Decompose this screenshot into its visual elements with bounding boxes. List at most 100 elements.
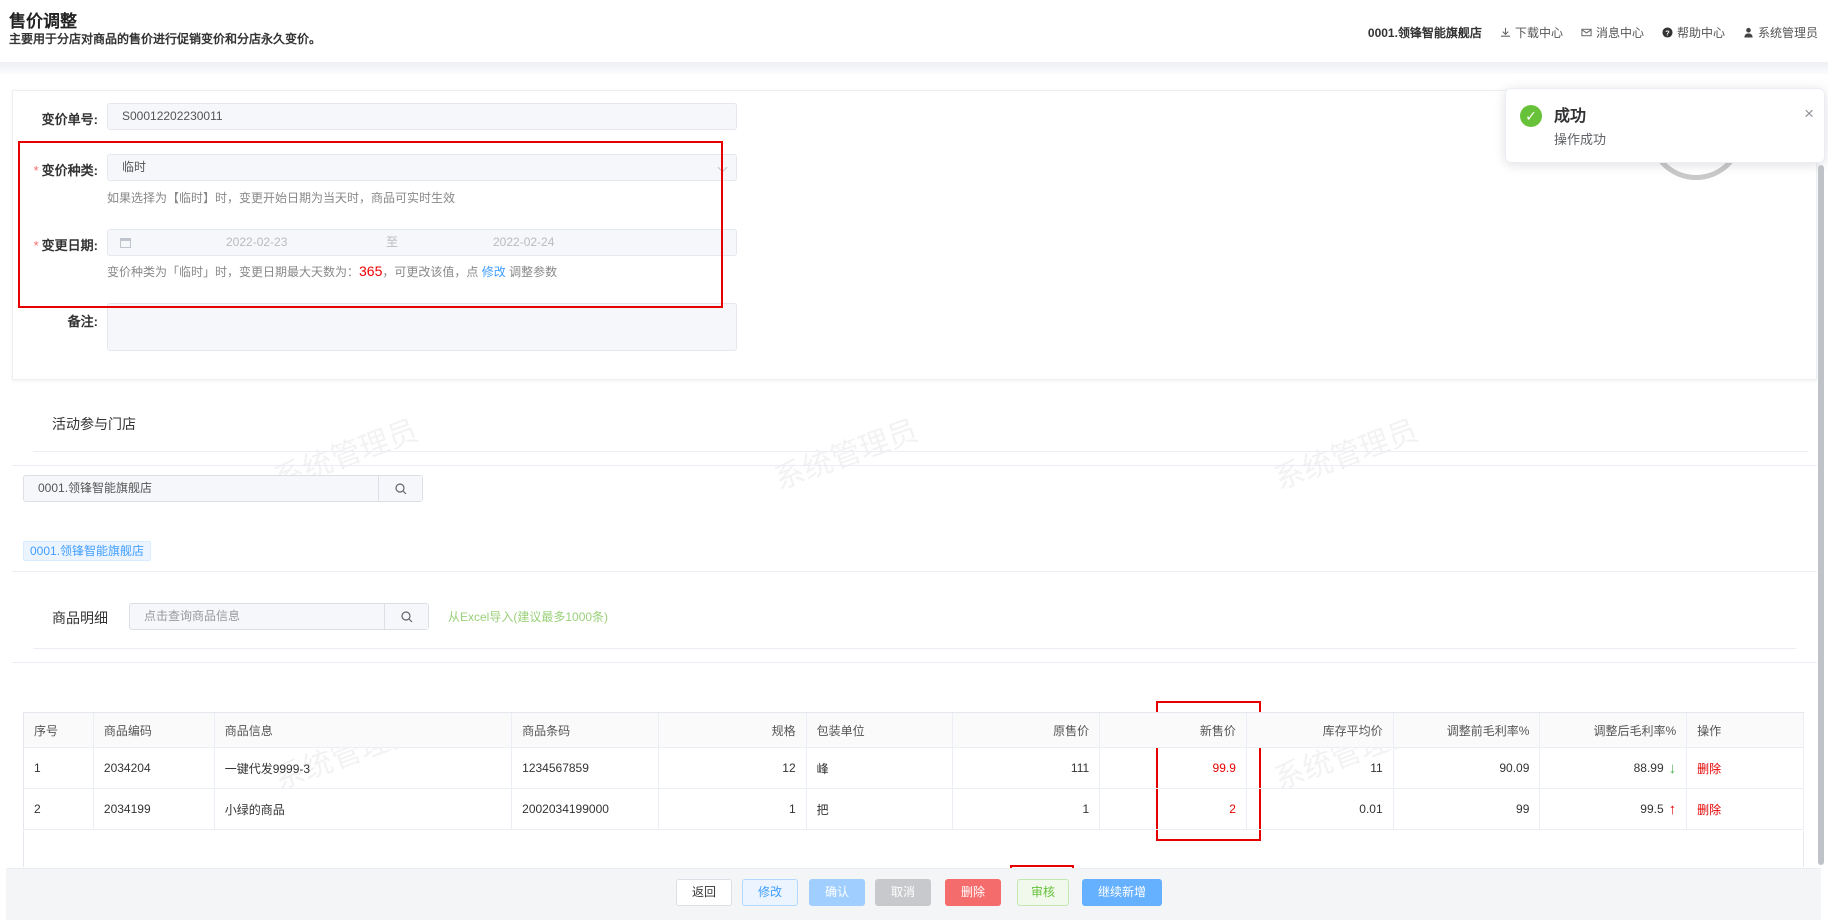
goods-search[interactable]: 点击查询商品信息 [129,603,429,630]
divider [12,571,1817,572]
goods-section-title: 商品明细 [52,610,108,626]
order-no-label: 变价单号: [41,112,98,127]
download-icon [1500,27,1511,37]
cell-margin-after: 88.99 ↓ [1540,748,1688,788]
remark-label: 备注: [67,314,98,329]
cell-margin-before: 99 [1394,789,1541,829]
store-search-button[interactable] [378,476,422,501]
back-button[interactable]: 返回 [676,879,732,906]
current-store[interactable]: 0001.领锋智能旗舰店 [1368,24,1482,41]
cell-spec: 1 [659,789,807,829]
cell-old-price: 1 [953,789,1101,829]
message-center-link[interactable]: 消息中心 [1581,24,1644,41]
column-header: 包装单位 [807,713,954,747]
toast-message: 操作成功 [1554,132,1607,147]
watermark: 系统管理员 [770,414,923,497]
cell-spec: 12 [659,748,807,788]
column-header: 原售价 [953,713,1101,747]
column-header: 新售价 [1100,713,1247,747]
confirm-button[interactable]: 确认 [809,879,865,906]
delete-row-link[interactable]: 删除 [1687,789,1804,829]
goods-search-button[interactable] [384,604,428,629]
divider [12,465,1817,466]
arrow-up-icon: ↑ [1668,800,1677,818]
user-icon [1744,27,1753,38]
column-header: 商品条码 [512,713,659,747]
help-center-link[interactable]: ? 帮助中心 [1662,24,1725,41]
search-icon [400,610,412,622]
column-header: 调整前毛利率% [1394,713,1541,747]
continue-new-button[interactable]: 继续新增 [1082,879,1162,906]
message-center-label: 消息中心 [1595,26,1644,40]
column-header: 规格 [659,713,807,747]
delete-row-link[interactable]: 删除 [1687,748,1804,788]
excel-import-link[interactable]: 从Excel导入(建议最多1000条) [448,608,608,625]
cell-code: 2034199 [94,789,215,829]
success-toast: ✓ 成功 操作成功 × [1505,88,1825,163]
watermark: 系统管理员 [1270,414,1423,497]
goods-table: 序号 商品编码 商品信息 商品条码 规格 包装单位 原售价 新售价 库存平均价 … [23,712,1804,830]
table-header-row: 序号 商品编码 商品信息 商品条码 规格 包装单位 原售价 新售价 库存平均价 … [24,713,1804,748]
store-search[interactable]: 0001.领锋智能旗舰店 [23,475,423,502]
cell-info: 小绿的商品 [215,789,513,829]
download-center-label: 下载中心 [1514,26,1563,40]
margin-after-value: 88.99 [1633,761,1664,775]
divider [33,648,1796,649]
arrow-down-icon: ↓ [1668,759,1677,777]
cell-margin-after: 99.5 ↑ [1540,789,1688,829]
selected-store-tag[interactable]: 0001.领锋智能旗舰店 [23,541,152,561]
divider [33,451,1808,452]
close-icon[interactable]: × [1804,104,1814,124]
user-menu[interactable]: 系统管理员 [1743,24,1818,41]
cell-barcode: 2002034199000 [512,789,659,829]
audit-button[interactable]: 审核 [1017,879,1069,906]
cancel-button[interactable]: 取消 [875,879,931,906]
download-center-link[interactable]: 下载中心 [1500,24,1563,41]
page-header: 售价调整 主要用于分店对商品的售价进行促销变价和分店永久变价。 0001.领锋智… [0,0,1828,62]
toast-title: 成功 [1554,108,1587,125]
page-subtitle: 主要用于分店对商品的售价进行促销变价和分店永久变价。 [9,32,322,46]
help-center-label: 帮助中心 [1676,26,1725,40]
cell-barcode: 1234567859 [512,748,659,788]
cell-info: 一键代发9999-3 [215,748,513,788]
highlight-box-form [18,141,723,308]
column-header: 序号 [24,713,94,747]
success-check-icon: ✓ [1520,105,1542,127]
remark-textarea[interactable] [107,303,737,351]
column-header: 操作 [1687,713,1804,747]
vertical-scrollbar[interactable] [1818,165,1824,865]
svg-text:?: ? [1665,28,1670,37]
page-title: 售价调整 [9,12,77,31]
help-icon: ? [1662,27,1673,38]
edit-button[interactable]: 修改 [742,879,798,906]
user-name: 系统管理员 [1757,26,1818,40]
cell-code: 2034204 [94,748,215,788]
cell-old-price: 111 [953,748,1101,788]
column-header: 调整后毛利率% [1540,713,1688,747]
goods-search-input[interactable]: 点击查询商品信息 [130,604,384,629]
column-header: 商品编码 [94,713,215,747]
divider [12,662,1817,663]
search-icon [394,482,406,494]
cell-avg-cost: 0.01 [1247,789,1394,829]
column-header: 商品信息 [215,713,513,747]
table-row: 1 2034204 一键代发9999-3 1234567859 12 峰 111… [24,748,1804,789]
cell-new-price[interactable]: 2 [1100,789,1247,829]
cell-unit: 把 [807,789,954,829]
cell-margin-before: 90.09 [1394,748,1541,788]
column-header: 库存平均价 [1247,713,1394,747]
table-row: 2 2034199 小绿的商品 2002034199000 1 把 1 2 0.… [24,789,1804,830]
cell-index: 2 [24,789,94,829]
page: 系统管理员 系统管理员 系统管理员 系统管理员 系统管理员 系统管理员 系统管理… [0,0,1828,920]
mail-icon [1581,28,1592,37]
stores-section-title: 活动参与门店 [52,416,136,432]
order-no-field: S00012202230011 [107,103,737,130]
cell-unit: 峰 [807,748,954,788]
cell-new-price[interactable]: 99.9 [1100,748,1247,788]
store-search-input[interactable]: 0001.领锋智能旗舰店 [24,476,378,501]
cell-index: 1 [24,748,94,788]
footer-toolbar: 返回 修改 确认 取消 删除 审核 继续新增 [6,868,1821,920]
delete-button[interactable]: 删除 [945,879,1001,906]
header-divider [0,62,1828,74]
table-body-empty [23,831,1804,867]
